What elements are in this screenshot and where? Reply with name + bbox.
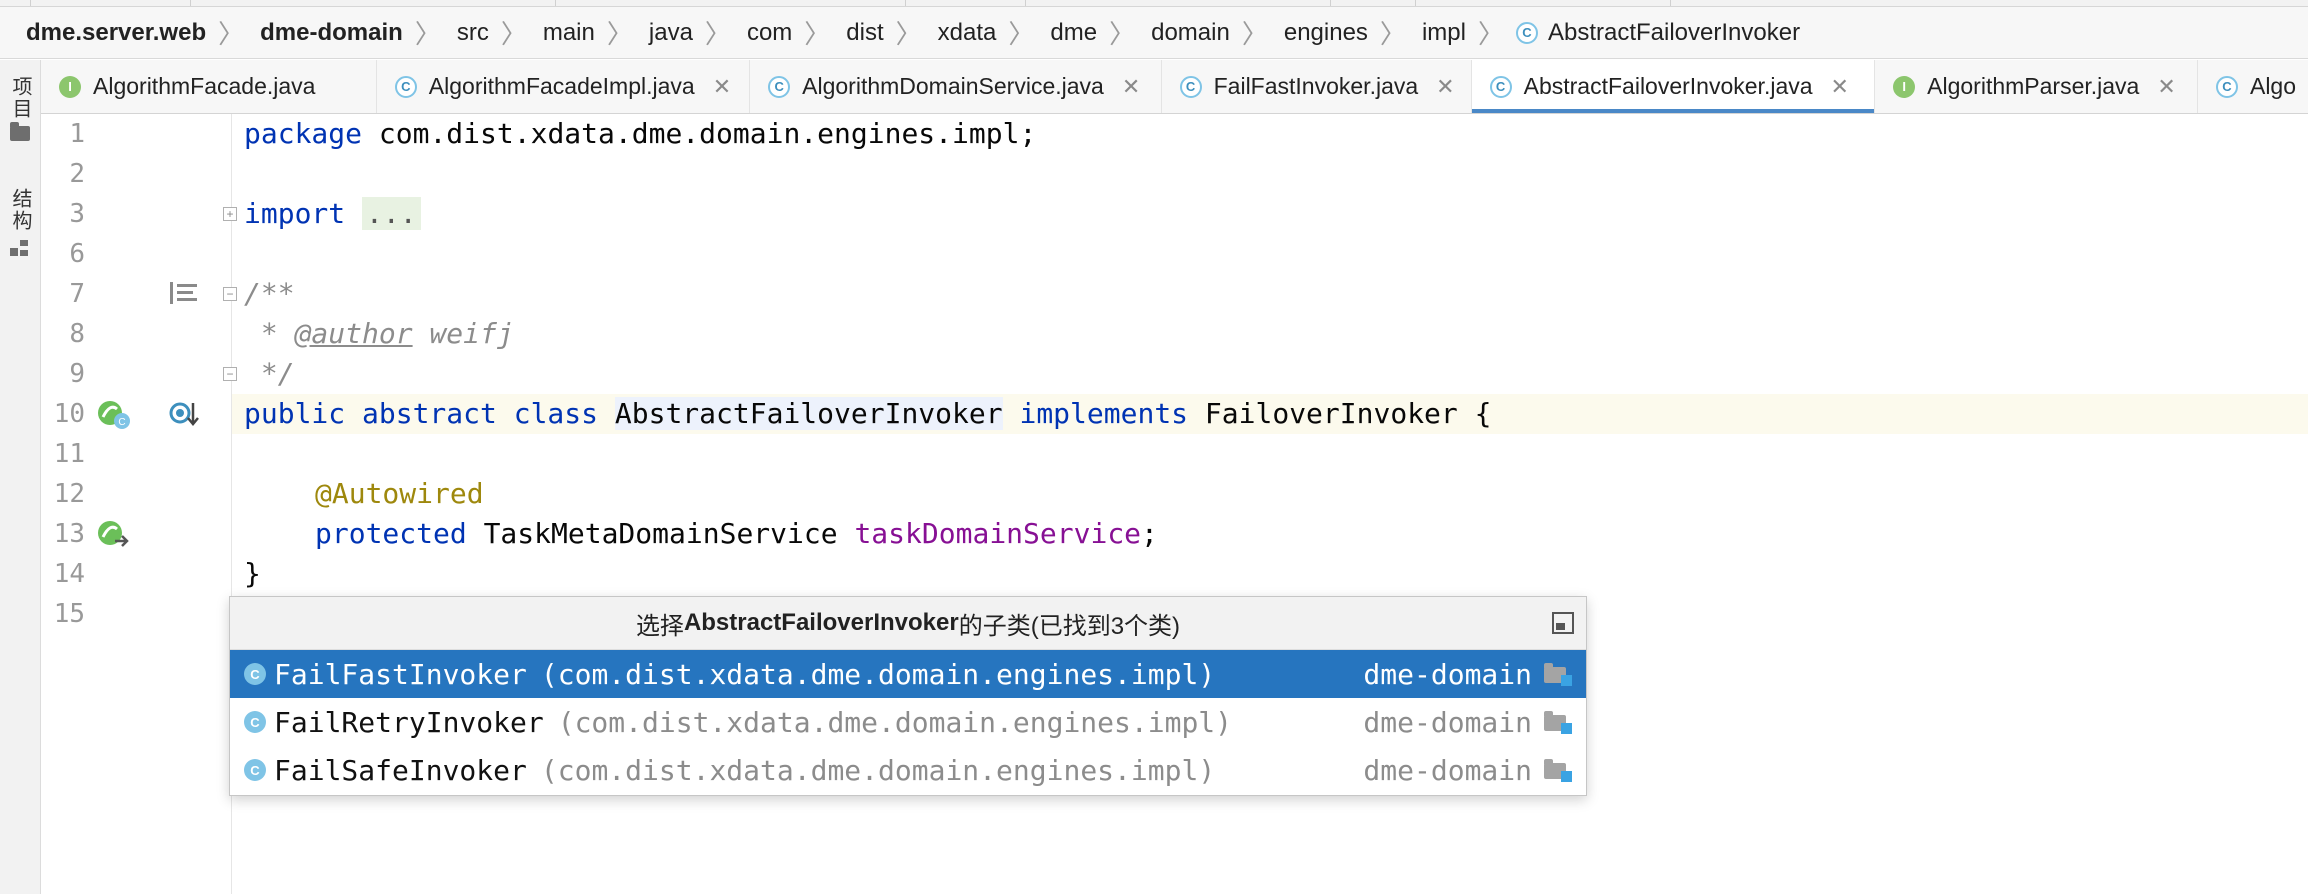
breadcrumb-item[interactable]: src 〉 xyxy=(453,14,539,51)
autowired-injection-icon[interactable] xyxy=(97,519,131,556)
code-line-12: @Autowired xyxy=(315,477,484,510)
close-icon[interactable]: ✕ xyxy=(1436,74,1454,100)
popup-list-item[interactable]: C FailFastInvoker (com.dist.xdata.dme.do… xyxy=(230,650,1586,698)
line-number: 15 xyxy=(53,599,85,629)
folder-icon xyxy=(10,122,30,141)
structure-tool-button[interactable]: 结构 xyxy=(4,188,36,258)
code-line-8: * @author weifj xyxy=(244,317,514,350)
fold-expand-icon[interactable]: + xyxy=(223,207,237,221)
folded-imports[interactable]: ... xyxy=(362,197,421,230)
close-icon[interactable]: ✕ xyxy=(2157,74,2175,100)
class-icon: C xyxy=(768,75,791,98)
line-number: 2 xyxy=(69,159,85,189)
top-toolbar-strip xyxy=(0,0,2308,7)
line-number: 8 xyxy=(69,319,85,349)
breadcrumb-item[interactable]: dme 〉 xyxy=(1046,14,1147,51)
line-number: 12 xyxy=(53,479,85,509)
editor-tabs: I AlgorithmFacade.java C AlgorithmFacade… xyxy=(41,60,2308,114)
tool-window-strip: 项目 结构 xyxy=(0,60,41,894)
class-icon: C xyxy=(244,759,266,781)
fold-end-icon[interactable]: − xyxy=(223,367,237,381)
popup-title: 选择 AbstractFailoverInvoker 的子类(已找到3个类) xyxy=(230,597,1586,650)
close-icon[interactable]: ✕ xyxy=(1831,74,1849,100)
code-line-7: /** xyxy=(244,277,295,310)
code-line-10: public abstract class AbstractFailoverIn… xyxy=(244,397,1492,430)
line-number: 7 xyxy=(69,279,85,309)
line-number: 3 xyxy=(69,199,85,229)
class-icon: C xyxy=(1179,75,1202,98)
tab-fail-fast-invoker[interactable]: C FailFastInvoker.java ✕ xyxy=(1162,60,1472,113)
line-number: 14 xyxy=(53,559,85,589)
line-number: 10 xyxy=(53,399,85,429)
interface-icon: I xyxy=(1893,75,1916,98)
breadcrumb-item[interactable]: xdata 〉 xyxy=(934,14,1047,51)
code-line-13: protected TaskMetaDomainService taskDoma… xyxy=(315,517,1158,550)
breadcrumb-item[interactable]: domain 〉 xyxy=(1147,14,1280,51)
code-line-3: import ... xyxy=(244,194,421,234)
breadcrumb-item[interactable]: engines 〉 xyxy=(1280,14,1418,51)
project-tool-button[interactable]: 项目 xyxy=(4,76,36,141)
tab-algorithm-facade[interactable]: I AlgorithmFacade.java xyxy=(41,60,377,113)
breadcrumb-item[interactable]: main 〉 xyxy=(539,14,645,51)
breadcrumb-item[interactable]: impl 〉 xyxy=(1418,14,1516,51)
module-folder-icon xyxy=(1544,711,1572,734)
class-icon: C xyxy=(1515,21,1538,44)
breadcrumb-item[interactable]: dme.server.web 〉 xyxy=(22,14,256,51)
line-number: 6 xyxy=(69,239,85,269)
interface-icon: I xyxy=(59,75,81,98)
spring-bean-icon[interactable]: C xyxy=(97,399,131,436)
close-icon[interactable]: ✕ xyxy=(1122,74,1140,100)
popup-list-item[interactable]: C FailSafeInvoker (com.dist.xdata.dme.do… xyxy=(230,746,1586,794)
choose-subclass-popup: 选择 AbstractFailoverInvoker 的子类(已找到3个类) C F… xyxy=(229,596,1587,796)
line-number: 13 xyxy=(53,519,85,549)
line-number: 1 xyxy=(69,119,85,149)
code-line-1: package com.dist.xdata.dme.domain.engine… xyxy=(244,117,1037,150)
tab-algorithm-facade-impl[interactable]: C AlgorithmFacadeImpl.java ✕ xyxy=(377,60,751,113)
code-line-14: } xyxy=(244,557,261,590)
breadcrumb-item[interactable]: com 〉 xyxy=(743,14,842,51)
close-icon[interactable]: ✕ xyxy=(713,74,731,100)
breadcrumb-item[interactable]: java 〉 xyxy=(645,14,743,51)
module-folder-icon xyxy=(1544,663,1572,686)
abstract-class-icon: C xyxy=(1489,75,1512,98)
tab-algo-truncated[interactable]: C Algo xyxy=(2198,60,2308,113)
fold-collapse-icon[interactable]: − xyxy=(223,287,237,301)
module-folder-icon xyxy=(1544,759,1572,782)
project-tool-label: 项目 xyxy=(9,76,31,120)
breadcrumb-item[interactable]: dme-domain 〉 xyxy=(256,14,453,51)
popup-list-item[interactable]: C FailRetryInvoker (com.dist.xdata.dme.d… xyxy=(230,698,1586,746)
line-number: 9 xyxy=(69,359,85,389)
structure-icon xyxy=(10,238,30,258)
class-icon: C xyxy=(244,711,266,733)
line-number: 11 xyxy=(53,439,85,469)
implemented-by-icon[interactable] xyxy=(169,399,199,434)
tab-algorithm-parser[interactable]: I AlgorithmParser.java ✕ xyxy=(1875,60,2198,113)
svg-text:C: C xyxy=(118,417,125,428)
tab-abstract-failover-invoker[interactable]: C AbstractFailoverInvoker.java ✕ xyxy=(1471,60,1876,113)
class-icon: C xyxy=(244,663,266,685)
breadcrumb-item[interactable]: dist 〉 xyxy=(842,14,933,51)
class-icon: C xyxy=(2215,75,2238,98)
breadcrumb: dme.server.web 〉 dme-domain 〉 src 〉 main 〉 j… xyxy=(0,7,2308,59)
structure-tool-label: 结构 xyxy=(9,188,31,232)
breadcrumb-item-current[interactable]: C AbstractFailoverInvoker xyxy=(1515,19,1804,47)
tab-algorithm-domain-service[interactable]: C AlgorithmDomainService.java ✕ xyxy=(750,60,1162,113)
open-in-find-window-icon[interactable] xyxy=(1552,612,1574,634)
code-line-9: */ xyxy=(244,357,295,390)
class-icon: C xyxy=(394,75,417,98)
implementation-list-icon[interactable] xyxy=(169,280,199,311)
